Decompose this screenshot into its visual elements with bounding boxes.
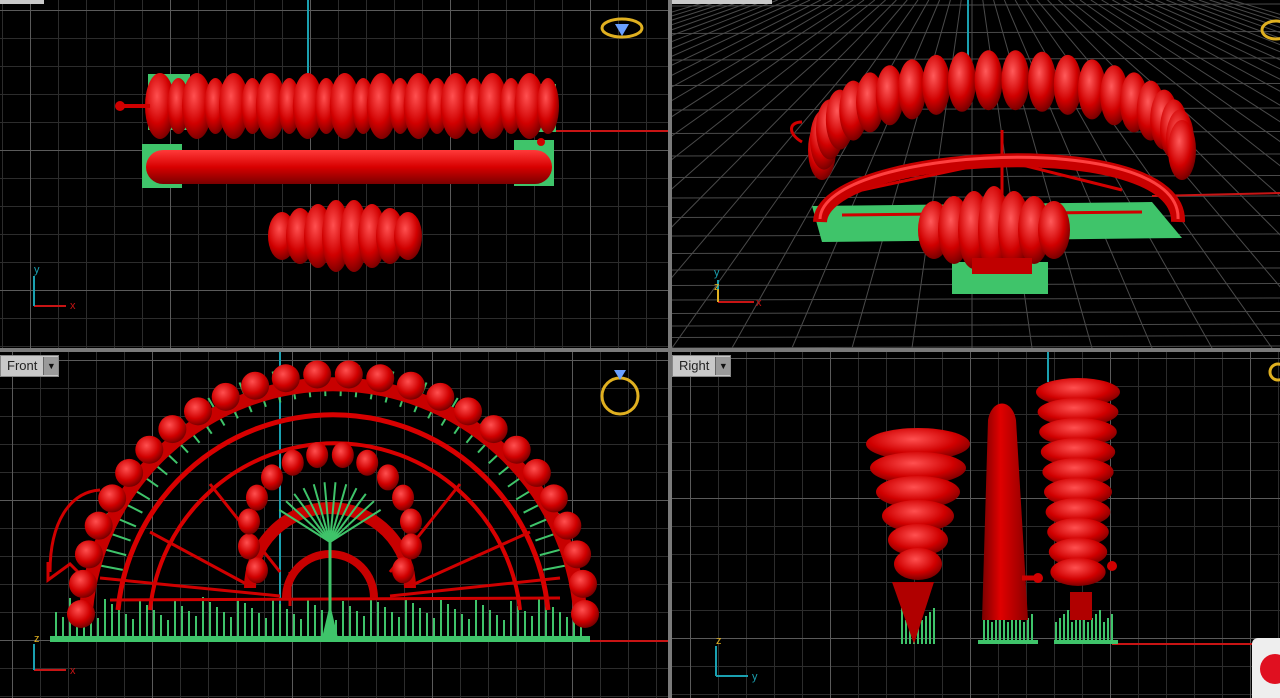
bead-band	[145, 73, 559, 139]
svg-text:x: x	[756, 297, 762, 309]
viewport-front[interactable]: x z Front ▼	[0, 352, 668, 698]
bead	[84, 511, 113, 540]
bead	[238, 508, 261, 535]
viewport-perspective[interactable]: x y z	[672, 0, 1280, 348]
bead-band	[67, 360, 599, 628]
bead	[502, 435, 531, 464]
viewport-label-front[interactable]: Front ▼	[0, 355, 60, 377]
bead	[553, 511, 582, 540]
bead	[426, 382, 455, 411]
viewport-label-text: Front	[7, 358, 38, 373]
ring-icon	[1260, 19, 1280, 41]
bead	[399, 508, 422, 535]
svg-text:y: y	[752, 671, 758, 683]
svg-text:x: x	[70, 300, 76, 312]
bead	[974, 50, 1003, 111]
bead	[74, 540, 103, 569]
bead	[396, 371, 425, 400]
viewport-right[interactable]: y z Right ▼	[672, 352, 1280, 698]
bead	[281, 449, 304, 476]
svg-text:z: z	[714, 281, 720, 293]
bead	[238, 533, 261, 560]
bead	[1053, 54, 1082, 115]
bead	[1001, 50, 1030, 111]
bead	[1050, 558, 1106, 586]
bead	[454, 397, 483, 426]
right-view-scene: y z	[715, 352, 1280, 683]
bead	[392, 557, 415, 584]
bead	[115, 458, 144, 487]
ring-icon	[600, 17, 644, 39]
record-icon	[1260, 654, 1280, 684]
bead	[392, 484, 415, 511]
bead	[539, 484, 568, 513]
bead	[261, 464, 284, 491]
bead	[67, 600, 95, 628]
bead	[245, 557, 268, 584]
svg-text:z: z	[716, 635, 722, 647]
bead	[183, 397, 212, 426]
bead	[479, 415, 508, 444]
bead	[366, 364, 395, 393]
viewport-divider-vertical[interactable]	[668, 0, 672, 698]
bead	[894, 548, 942, 580]
bead	[522, 458, 551, 487]
support-floor	[50, 636, 590, 642]
ring-icon	[600, 370, 640, 416]
center-head	[918, 186, 1070, 274]
bead	[1168, 120, 1196, 180]
bead	[947, 51, 976, 112]
bead	[98, 484, 127, 513]
bead	[399, 533, 422, 560]
svg-text:z: z	[34, 633, 40, 645]
bead	[537, 78, 559, 134]
axis-indicator: x y	[33, 264, 76, 312]
top-view-scene: x y	[33, 0, 668, 312]
viewport-label-text: Right	[679, 358, 710, 373]
head-taper	[892, 582, 934, 644]
bead	[303, 360, 332, 389]
center-head	[866, 428, 970, 580]
front-view-scene: x z	[33, 352, 668, 677]
shank-profile	[982, 403, 1028, 620]
bead	[563, 540, 592, 569]
shank	[146, 150, 552, 184]
bead	[376, 464, 399, 491]
bead	[1038, 201, 1070, 259]
bead	[331, 441, 354, 468]
bead	[394, 212, 422, 260]
support-pins	[55, 597, 582, 640]
chevron-down-icon[interactable]: ▼	[43, 357, 59, 375]
bead	[1028, 51, 1057, 112]
bead	[271, 364, 300, 393]
bead	[306, 441, 329, 468]
bead	[241, 371, 270, 400]
svg-text:y: y	[34, 264, 40, 276]
bead	[898, 59, 926, 120]
bead	[135, 435, 164, 464]
viewport-divider-horizontal[interactable]	[0, 348, 1280, 352]
axis-indicator: y z	[715, 635, 758, 683]
ring-icon	[1268, 362, 1280, 382]
perspective-scene: x y z	[672, 0, 1280, 348]
bead	[571, 600, 599, 628]
chevron-down-icon[interactable]: ▼	[715, 357, 731, 375]
svg-text:x: x	[70, 665, 76, 677]
bead	[569, 569, 598, 598]
viewport-label-tab[interactable]	[672, 0, 772, 4]
bead-band	[1036, 378, 1120, 586]
bead	[334, 360, 363, 389]
svg-text:y: y	[714, 267, 720, 279]
record-button[interactable]	[1252, 638, 1280, 698]
bead	[922, 54, 951, 115]
axis-indicator: x y z	[714, 267, 762, 309]
bead	[158, 415, 187, 444]
bead	[245, 484, 268, 511]
center-head	[268, 200, 422, 272]
viewport-top[interactable]: x y	[0, 0, 668, 348]
viewport-label-right[interactable]: Right ▼	[672, 355, 732, 377]
bead	[68, 569, 97, 598]
bead	[356, 449, 379, 476]
bead	[211, 382, 240, 411]
